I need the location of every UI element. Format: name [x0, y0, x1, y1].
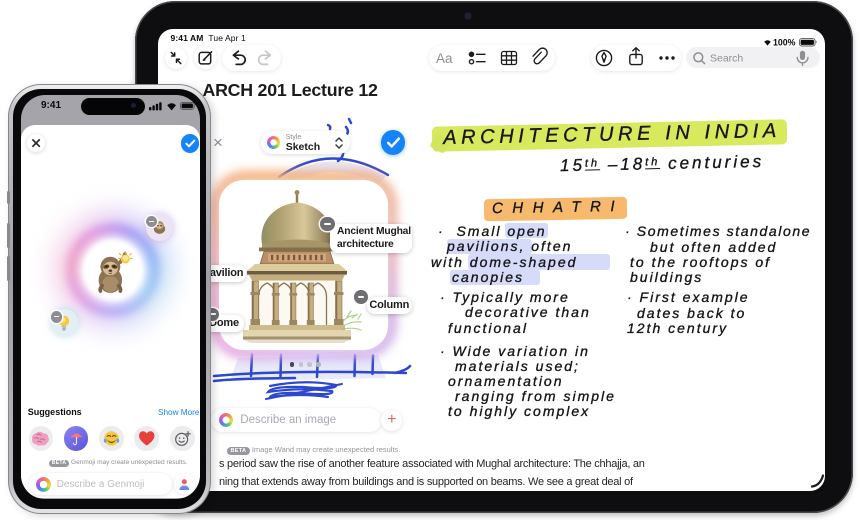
svg-text:Aa: Aa [436, 51, 453, 66]
svg-text:Search: Search [710, 52, 743, 64]
svg-text:100%: 100% [773, 37, 796, 46]
